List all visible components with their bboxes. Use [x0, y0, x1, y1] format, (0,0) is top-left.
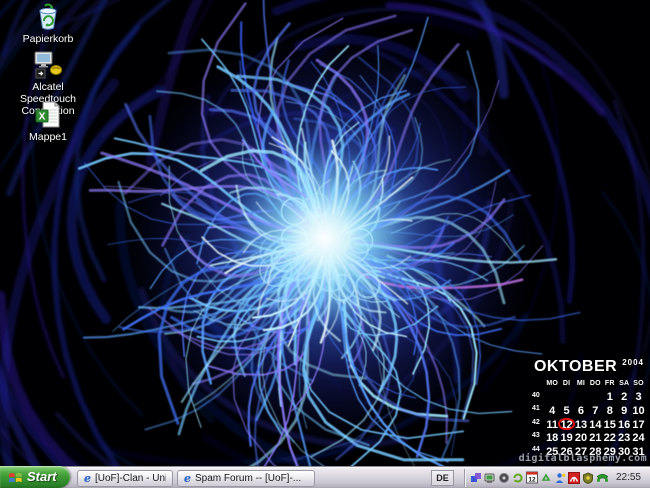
svg-text:X: X	[39, 112, 46, 123]
excel-workbook-icon: X	[32, 100, 64, 130]
internet-explorer-icon: e	[184, 472, 191, 485]
recycle-bin-icon	[32, 2, 64, 32]
taskbar-clock[interactable]: 22:55	[609, 472, 650, 483]
calendar-day	[545, 391, 559, 405]
tray-phone-handset-icon[interactable]	[596, 471, 609, 485]
calendar-day: 13	[574, 418, 588, 432]
tray-calendar-date-icon[interactable]: 12	[526, 471, 539, 485]
tray-update-swirl-icon[interactable]	[512, 471, 525, 485]
calendar-day: 14	[588, 418, 602, 432]
calendar-day: 17	[631, 418, 645, 432]
tray-network-monitor-icon[interactable]	[484, 471, 497, 485]
calendar-day: 2	[617, 391, 631, 405]
start-button[interactable]: Start	[0, 466, 70, 488]
calendar-day: 24	[631, 431, 645, 445]
calendar-corner	[532, 377, 545, 391]
calendar-day: 4	[545, 404, 559, 418]
dialup-connection-icon	[32, 50, 64, 80]
calendar-day: 20	[574, 431, 588, 445]
desktop: PapierkorbAlcatel Speedtouch ConnectionX…	[0, 0, 650, 466]
calendar-day: 15	[603, 418, 617, 432]
calendar-day: 5	[559, 404, 573, 418]
desktop-icon-excel-workbook[interactable]: X Mappe1	[4, 100, 92, 143]
calendar-day: 11	[545, 418, 559, 432]
calendar-month: OKTOBER	[534, 358, 617, 375]
task-button-area: e [UoF]-Clan - Union of... e Spam Forum -- …	[77, 469, 315, 487]
calendar-grid: MODIMIDOFRSASO40123414567891042111213141…	[532, 377, 648, 459]
language-indicator[interactable]: DE	[431, 470, 454, 486]
desktop-icon-label: Mappe1	[4, 131, 92, 143]
calendar-day: 7	[588, 404, 602, 418]
calendar-day-header: DO	[588, 377, 602, 391]
calendar-day: 1	[603, 391, 617, 405]
calendar-year: 2004	[622, 358, 644, 367]
tray-messenger-user-icon[interactable]	[554, 471, 567, 485]
wallpaper-credit: digitalblasphemy.com	[519, 453, 647, 464]
calendar-day: 16	[617, 418, 631, 432]
tray-divider	[464, 469, 465, 487]
system-tray: 12	[470, 471, 609, 485]
calendar-day: 3	[631, 391, 645, 405]
calendar-day: 23	[617, 431, 631, 445]
desktop-icon-recycle-bin[interactable]: Papierkorb	[4, 2, 92, 45]
taskbar-task-1[interactable]: e [UoF]-Clan - Union of...	[77, 470, 173, 487]
calendar-day	[588, 391, 602, 405]
calendar-day: 19	[559, 431, 573, 445]
tray-shield-icon[interactable]	[582, 471, 595, 485]
calendar-day-header: SO	[631, 377, 645, 391]
calendar-day: 8	[603, 404, 617, 418]
calendar-day	[559, 391, 573, 405]
calendar-day-header: DI	[559, 377, 573, 391]
calendar-day: 22	[603, 431, 617, 445]
taskbar-task-2[interactable]: e Spam Forum -- [UoF]-...	[177, 470, 315, 487]
calendar-day-header: SA	[617, 377, 631, 391]
calendar-title: OKTOBER 2004	[532, 358, 648, 376]
calendar-day: 6	[574, 404, 588, 418]
task-label: [UoF]-Clan - Union of...	[95, 473, 166, 484]
windows-logo-icon	[8, 471, 23, 484]
calendar-day-header: MO	[545, 377, 559, 391]
task-label: Spam Forum -- [UoF]-...	[195, 473, 301, 484]
calendar-day-highlighted: 12	[559, 418, 573, 432]
calendar-day: 10	[631, 404, 645, 418]
wallpaper-calendar: OKTOBER2004 MODIMIDOFRSASO40123414567891…	[532, 358, 648, 459]
calendar-day: 9	[617, 404, 631, 418]
svg-text:12: 12	[529, 476, 537, 483]
calendar-week-number: 41	[532, 404, 545, 418]
tray-antivirus-icon[interactable]	[568, 471, 581, 485]
tray-app-window-icon[interactable]	[470, 471, 483, 485]
calendar-day-header: MI	[574, 377, 588, 391]
tray-recycle-icon[interactable]	[540, 471, 553, 485]
calendar-day	[574, 391, 588, 405]
calendar-day: 21	[588, 431, 602, 445]
calendar-week-number: 40	[532, 391, 545, 405]
taskbar: Start e [UoF]-Clan - Union of... e Spam For…	[0, 466, 650, 488]
internet-explorer-icon: e	[84, 472, 91, 485]
start-button-label: Start	[27, 469, 57, 485]
desktop-icon-label: Papierkorb	[4, 33, 92, 45]
calendar-week-number: 43	[532, 431, 545, 445]
tray-power-meter-icon[interactable]	[498, 471, 511, 485]
calendar-day-header: FR	[603, 377, 617, 391]
calendar-week-number: 42	[532, 418, 545, 432]
calendar-day: 18	[545, 431, 559, 445]
